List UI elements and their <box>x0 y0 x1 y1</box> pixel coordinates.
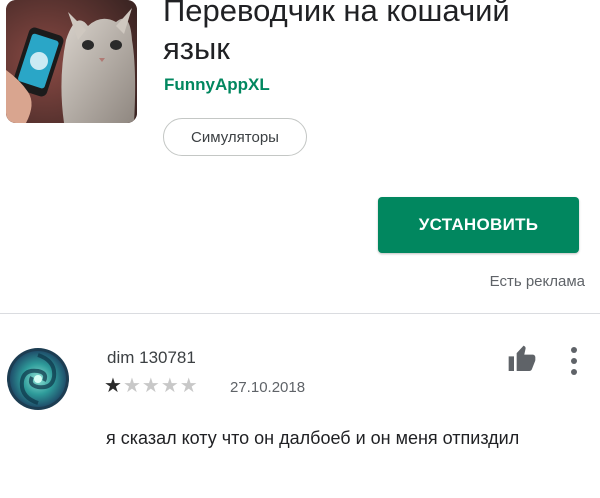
review-text: я сказал коту что он далбоеб и он меня о… <box>106 428 520 448</box>
swirl-avatar-icon <box>6 347 70 411</box>
star-empty-icon: ★ <box>122 375 141 397</box>
thumbs-up-icon[interactable] <box>506 343 538 375</box>
app-icon <box>6 0 137 123</box>
reviewer-name: dim 130781 <box>107 348 196 367</box>
divider <box>0 313 600 314</box>
review-date: 27.10.2018 <box>230 379 306 396</box>
star-empty-icon: ★ <box>160 375 179 397</box>
app-title: Переводчик на кошачий язык <box>163 0 510 66</box>
developer-link[interactable]: FunnyAppXL <box>164 75 270 95</box>
ads-notice: Есть реклама <box>489 273 585 290</box>
more-vertical-icon[interactable] <box>566 345 582 377</box>
rating-stars: ★ ★ ★ ★ ★ <box>104 376 198 396</box>
star-filled-icon: ★ <box>104 375 122 397</box>
category-chip[interactable]: Симуляторы <box>163 118 307 156</box>
star-empty-icon: ★ <box>179 375 198 397</box>
install-button[interactable]: УСТАНОВИТЬ <box>378 197 579 253</box>
star-empty-icon: ★ <box>141 375 160 397</box>
